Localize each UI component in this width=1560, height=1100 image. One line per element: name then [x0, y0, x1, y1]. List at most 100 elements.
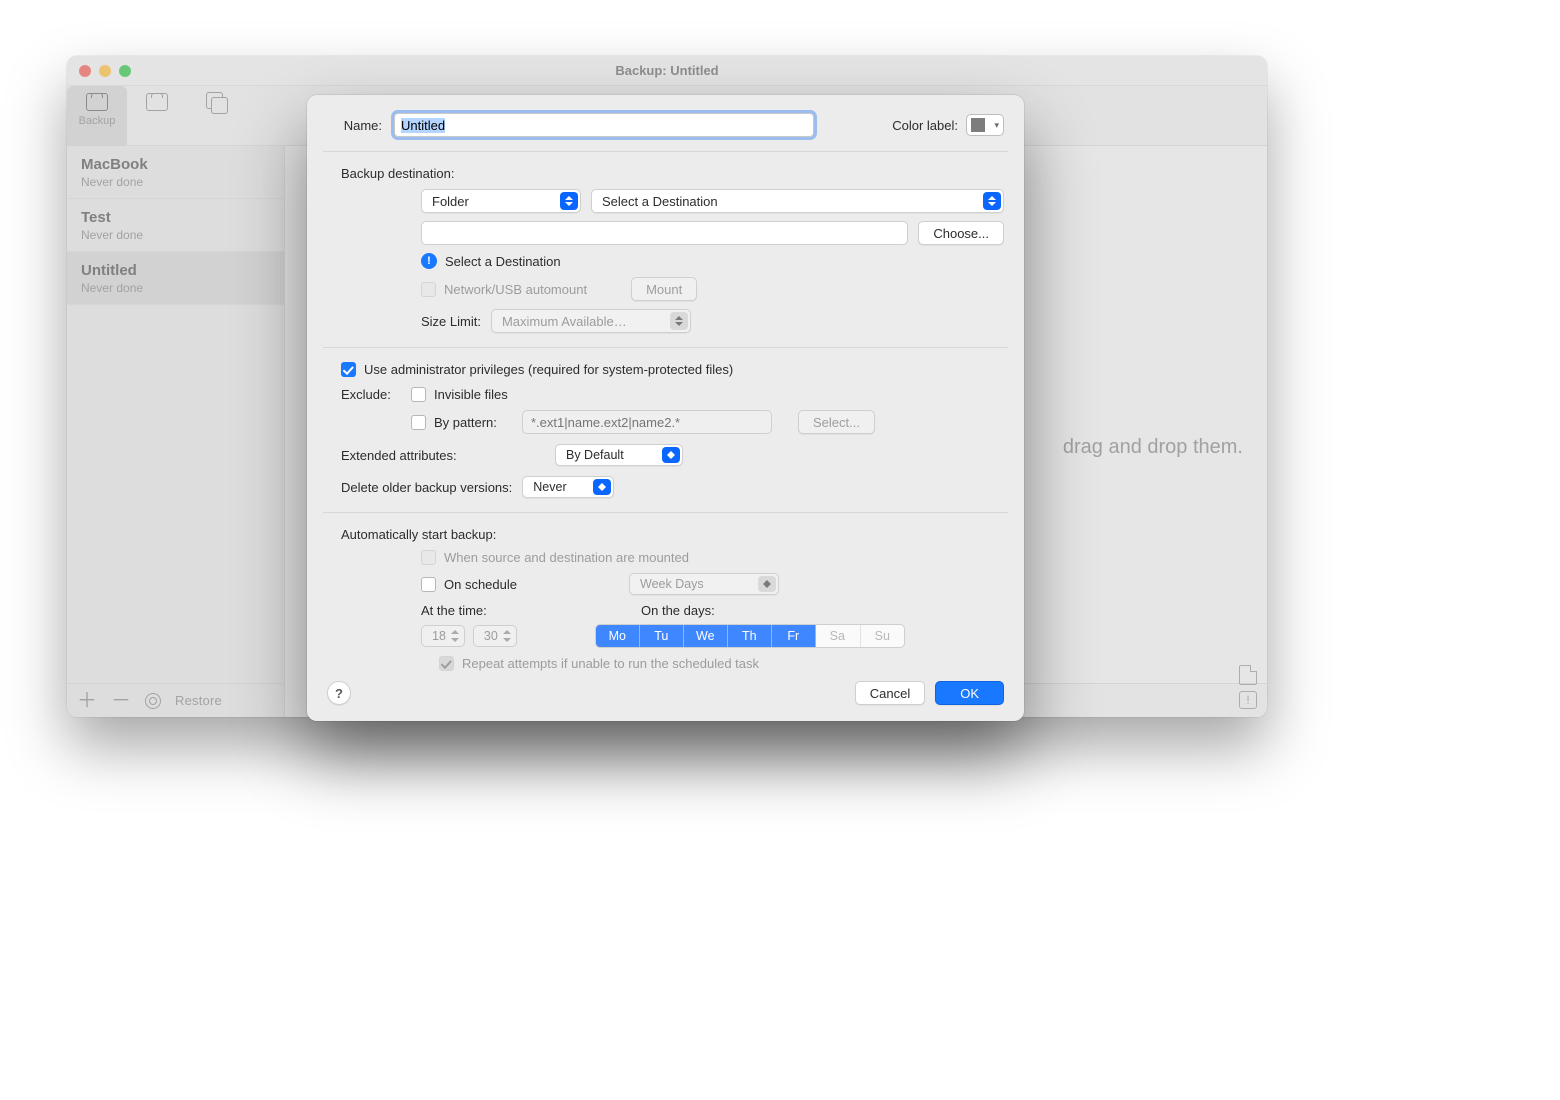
exclude-pattern-field — [522, 410, 772, 434]
weekday-segmented[interactable]: MoTuWeThFrSaSu — [595, 624, 905, 648]
updown-icon — [670, 312, 688, 330]
delete-older-label: Delete older backup versions: — [341, 480, 512, 495]
weekday-su[interactable]: Su — [860, 625, 904, 647]
exclude-select-button: Select... — [798, 410, 875, 434]
destination-type-value: Folder — [432, 194, 469, 209]
updown-icon — [983, 192, 1001, 210]
sidebar: MacBook Never doneTest Never doneUntitle… — [67, 146, 285, 717]
when-mounted-checkbox — [421, 550, 436, 565]
task-status: Never done — [81, 281, 270, 295]
restore-button[interactable]: Restore — [175, 693, 222, 708]
alert-icon[interactable]: ! — [1239, 691, 1257, 709]
on-schedule-checkbox[interactable] — [421, 577, 436, 592]
info-icon: ! — [421, 253, 437, 269]
ok-button[interactable]: OK — [935, 681, 1004, 705]
chevron-down-icon: ▾ — [994, 120, 999, 131]
main-hint: drag and drop them. — [1063, 436, 1243, 459]
tab-copies[interactable] — [187, 86, 247, 146]
delete-older-value: Never — [533, 480, 566, 494]
minute-stepper: 30 — [473, 625, 517, 647]
destination-warning: Select a Destination — [445, 254, 561, 269]
weekday-tu[interactable]: Tu — [640, 625, 684, 647]
schedule-mode-value: Week Days — [640, 577, 704, 591]
exclude-invisible-label: Invisible files — [434, 387, 508, 402]
updown-icon — [449, 628, 461, 644]
log-document-icon[interactable] — [1239, 665, 1257, 685]
exclude-pattern-checkbox[interactable] — [411, 415, 426, 430]
misc-icon — [266, 93, 288, 111]
tab-other[interactable] — [247, 86, 307, 146]
task-status: Never done — [81, 175, 270, 189]
add-button[interactable]: ＋ — [77, 691, 97, 711]
repeat-attempts-checkbox — [439, 656, 454, 671]
color-swatch-icon — [971, 118, 985, 132]
on-days-label: On the days: — [641, 603, 715, 618]
repeat-attempts-label: Repeat attempts if unable to run the sch… — [462, 656, 759, 671]
archive-icon — [86, 93, 108, 111]
hour-stepper: 18 — [421, 625, 465, 647]
destination-path-field[interactable] — [421, 221, 908, 245]
task-list-item[interactable]: MacBook Never done — [67, 146, 284, 199]
backup-destination-title: Backup destination: — [341, 166, 1004, 181]
color-label: Color label: — [892, 118, 958, 133]
extended-attributes-label: Extended attributes: — [341, 448, 499, 463]
task-name: Test — [81, 209, 270, 226]
size-limit-value: Maximum Available… — [502, 314, 627, 329]
task-name: MacBook — [81, 156, 270, 173]
size-limit-dropdown: Maximum Available… — [491, 309, 691, 333]
destination-type-dropdown[interactable]: Folder — [421, 189, 581, 213]
exclude-title: Exclude: — [341, 387, 403, 402]
updown-icon — [560, 192, 578, 210]
on-schedule-label: On schedule — [444, 577, 517, 592]
window-titlebar: Backup: Untitled — [67, 56, 1267, 86]
exclude-invisible-checkbox[interactable] — [411, 387, 426, 402]
minute-value: 30 — [484, 629, 498, 643]
window-title: Backup: Untitled — [67, 63, 1267, 78]
destination-select-dropdown[interactable]: Select a Destination — [591, 189, 1004, 213]
admin-privileges-checkbox[interactable] — [341, 362, 356, 377]
task-list-item[interactable]: Test Never done — [67, 199, 284, 252]
box-icon — [146, 93, 168, 111]
updown-icon — [662, 447, 680, 463]
extended-attributes-dropdown[interactable]: By Default — [555, 444, 683, 466]
exclude-pattern-label: By pattern: — [434, 415, 514, 430]
tab-backup-label: Backup — [79, 115, 116, 127]
hour-value: 18 — [432, 629, 446, 643]
cancel-button[interactable]: Cancel — [855, 681, 925, 705]
choose-button[interactable]: Choose... — [918, 221, 1004, 245]
automount-label: Network/USB automount — [444, 282, 587, 297]
gear-icon[interactable] — [145, 693, 161, 709]
name-label: Name: — [327, 118, 382, 133]
name-input[interactable] — [394, 113, 814, 137]
extended-attributes-value: By Default — [566, 448, 624, 462]
help-button[interactable]: ? — [327, 681, 351, 705]
color-label-picker[interactable]: ▾ — [966, 114, 1004, 136]
when-mounted-label: When source and destination are mounted — [444, 550, 689, 565]
sidebar-toolbar: ＋ － Restore — [67, 683, 284, 717]
automount-checkbox — [421, 282, 436, 297]
weekday-we[interactable]: We — [684, 625, 728, 647]
mount-button: Mount — [631, 277, 697, 301]
remove-button[interactable]: － — [111, 691, 131, 711]
backup-settings-sheet: Name: Color label: ▾ Backup destination:… — [307, 95, 1024, 721]
task-list-item[interactable]: Untitled Never done — [67, 252, 284, 305]
schedule-mode-dropdown: Week Days — [629, 573, 779, 595]
admin-privileges-label: Use administrator privileges (required f… — [364, 362, 733, 377]
at-time-label: At the time: — [421, 603, 641, 618]
weekday-sa[interactable]: Sa — [816, 625, 860, 647]
updown-icon — [501, 628, 513, 644]
size-limit-label: Size Limit: — [421, 314, 481, 329]
copies-icon — [207, 93, 227, 111]
weekday-th[interactable]: Th — [728, 625, 772, 647]
tab-backup[interactable]: Backup — [67, 86, 127, 146]
auto-start-title: Automatically start backup: — [341, 527, 1004, 542]
task-list: MacBook Never doneTest Never doneUntitle… — [67, 146, 284, 683]
weekday-mo[interactable]: Mo — [596, 625, 640, 647]
weekday-fr[interactable]: Fr — [772, 625, 816, 647]
task-name: Untitled — [81, 262, 270, 279]
destination-select-value: Select a Destination — [602, 194, 718, 209]
updown-icon — [593, 479, 611, 495]
delete-older-dropdown[interactable]: Never — [522, 476, 614, 498]
updown-icon — [758, 576, 776, 592]
tab-archive[interactable] — [127, 86, 187, 146]
